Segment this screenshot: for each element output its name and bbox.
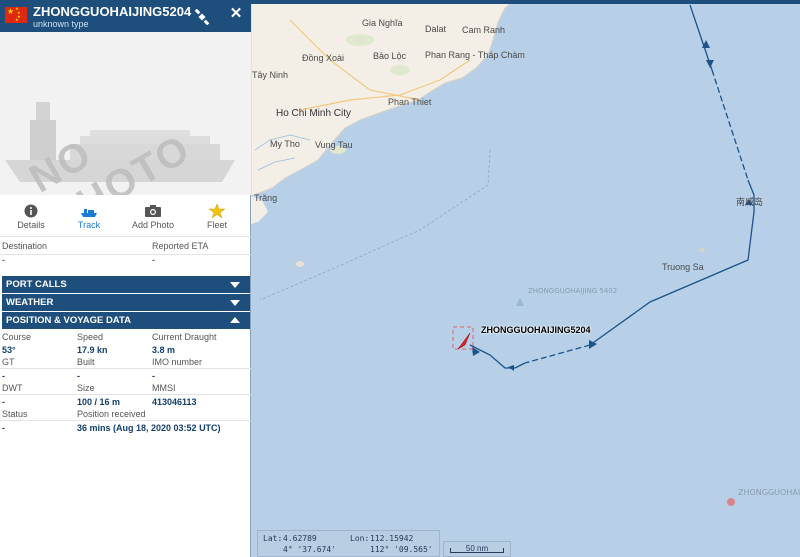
place-label: Tây Ninh	[252, 70, 289, 80]
draught-value: 3.8 m	[152, 345, 176, 355]
chevron-up-icon	[230, 317, 240, 323]
ghost-vessel-marker	[516, 298, 524, 306]
place-label: Bảo Lộc	[373, 51, 407, 61]
chevron-down-icon	[230, 282, 240, 288]
status-value: -	[2, 423, 5, 433]
coordinates-readout: Lat: 4.62789 4° '37.674' Lon: 112.15942 …	[257, 530, 440, 557]
weather-title: WEATHER	[6, 297, 54, 308]
place-label: Trăng	[254, 193, 278, 203]
gt-value: -	[2, 371, 5, 381]
selected-vessel-marker	[457, 332, 471, 350]
course-label: Course	[2, 332, 32, 342]
place-label: My Tho	[270, 139, 300, 149]
star-icon	[208, 204, 226, 218]
imo-value: -	[152, 371, 155, 381]
ship-track-icon	[81, 209, 97, 217]
vessel-name: ZHONGGUOHAIJING5204	[33, 4, 192, 19]
divider	[0, 236, 251, 237]
divider	[0, 394, 251, 395]
lat-value: 4.62789	[283, 534, 317, 543]
position-voyage-title: POSITION & VOYAGE DATA	[6, 315, 131, 326]
top-bar	[251, 0, 800, 4]
mmsi-label: MMSI	[152, 383, 176, 393]
island	[699, 248, 705, 252]
received-value: 36 mins (Aug 18, 2020 03:52 UTC)	[77, 423, 221, 433]
chevron-down-icon	[230, 300, 240, 306]
place-label: Vung Tau	[315, 140, 353, 150]
lon-dms: 112° '09.565'	[370, 545, 433, 554]
info-icon	[24, 204, 38, 218]
divider	[0, 254, 251, 255]
vessel-info-panel: ★ ★ ★ ★ ★ ZHONGGUOHAIJING5204 unknown ty…	[0, 0, 251, 557]
place-label: Phan Rang - Tháp Chàm	[425, 50, 525, 60]
island	[296, 261, 304, 267]
gt-label: GT	[2, 357, 15, 367]
mmsi-value: 413046113	[152, 397, 197, 407]
weather-header[interactable]: WEATHER	[2, 294, 250, 311]
close-icon[interactable]: ✕	[229, 6, 243, 21]
lat-label: Lat:	[263, 534, 283, 543]
place-label: Phan Thiet	[388, 97, 432, 107]
divider	[0, 368, 251, 369]
status-label: Status	[2, 409, 28, 419]
tab-add-photo[interactable]: Add Photo	[122, 200, 184, 236]
panel-tabs: Details Track Add Photo Fleet	[0, 200, 251, 236]
eta-label: Reported ETA	[152, 241, 209, 251]
imo-label: IMO number	[152, 357, 203, 367]
tab-track-label: Track	[77, 220, 101, 230]
eta-value: -	[152, 255, 155, 265]
tab-details[interactable]: Details	[0, 200, 62, 236]
scale-bar: 50 nm	[443, 541, 511, 557]
destination-label: Destination	[2, 241, 48, 251]
place-label: Dalat	[425, 24, 447, 34]
place-label: Đồng Xoài	[302, 53, 345, 63]
dwt-label: DWT	[2, 383, 23, 393]
place-label: Cam Ranh	[462, 25, 506, 35]
port-calls-title: PORT CALLS	[6, 279, 67, 290]
speed-label: Speed	[77, 332, 104, 342]
selected-vessel-label[interactable]: ZHONGGUOHAIJING5204	[481, 325, 591, 335]
panel-header: ★ ★ ★ ★ ★ ZHONGGUOHAIJING5204 unknown ty…	[0, 0, 251, 32]
other-vessel-label: ZHONGGUOHAIJIN	[738, 488, 800, 497]
port-calls-header[interactable]: PORT CALLS	[2, 276, 250, 293]
place-label: Gia Nghĩa	[362, 18, 403, 28]
satellite-icon[interactable]	[194, 8, 210, 26]
speed-value: 17.9 kn	[77, 345, 108, 355]
camera-icon	[145, 205, 161, 217]
lon-label: Lon:	[350, 534, 370, 543]
china-flag-icon: ★ ★ ★ ★ ★	[5, 7, 27, 23]
built-value: -	[77, 371, 80, 381]
position-voyage-header[interactable]: POSITION & VOYAGE DATA	[2, 312, 250, 329]
dwt-value: -	[2, 397, 5, 407]
received-label: Position received	[77, 409, 146, 419]
built-label: Built	[77, 357, 95, 367]
lon-value: 112.15942	[370, 534, 414, 543]
ghost-vessel-label: ZHONGGUOHAIJING 5402	[528, 287, 618, 295]
size-value: 100 / 16 m	[77, 397, 121, 407]
tab-details-label: Details	[17, 220, 45, 230]
tab-fleet-label: Fleet	[206, 220, 227, 230]
tab-add-photo-label: Add Photo	[131, 220, 175, 230]
destination-value: -	[2, 255, 5, 265]
place-label: 南威岛	[736, 197, 764, 207]
vessel-type: unknown type	[33, 19, 89, 29]
tab-fleet[interactable]: Fleet	[186, 200, 248, 236]
course-value: 53°	[2, 345, 16, 355]
other-vessel-marker	[727, 498, 735, 506]
track-arrow	[706, 60, 714, 68]
place-label: Ho Chi Minh City	[276, 108, 352, 119]
draught-label: Current Draught	[152, 332, 217, 342]
tab-track[interactable]: Track	[58, 200, 120, 236]
size-label: Size	[77, 383, 95, 393]
scale-ruler	[450, 548, 504, 553]
lat-dms: 4° '37.674'	[283, 545, 336, 554]
divider	[0, 420, 251, 421]
vessel-photo-placeholder[interactable]: NO PHOTO	[0, 32, 251, 195]
place-label: Truong Sa	[662, 262, 704, 272]
